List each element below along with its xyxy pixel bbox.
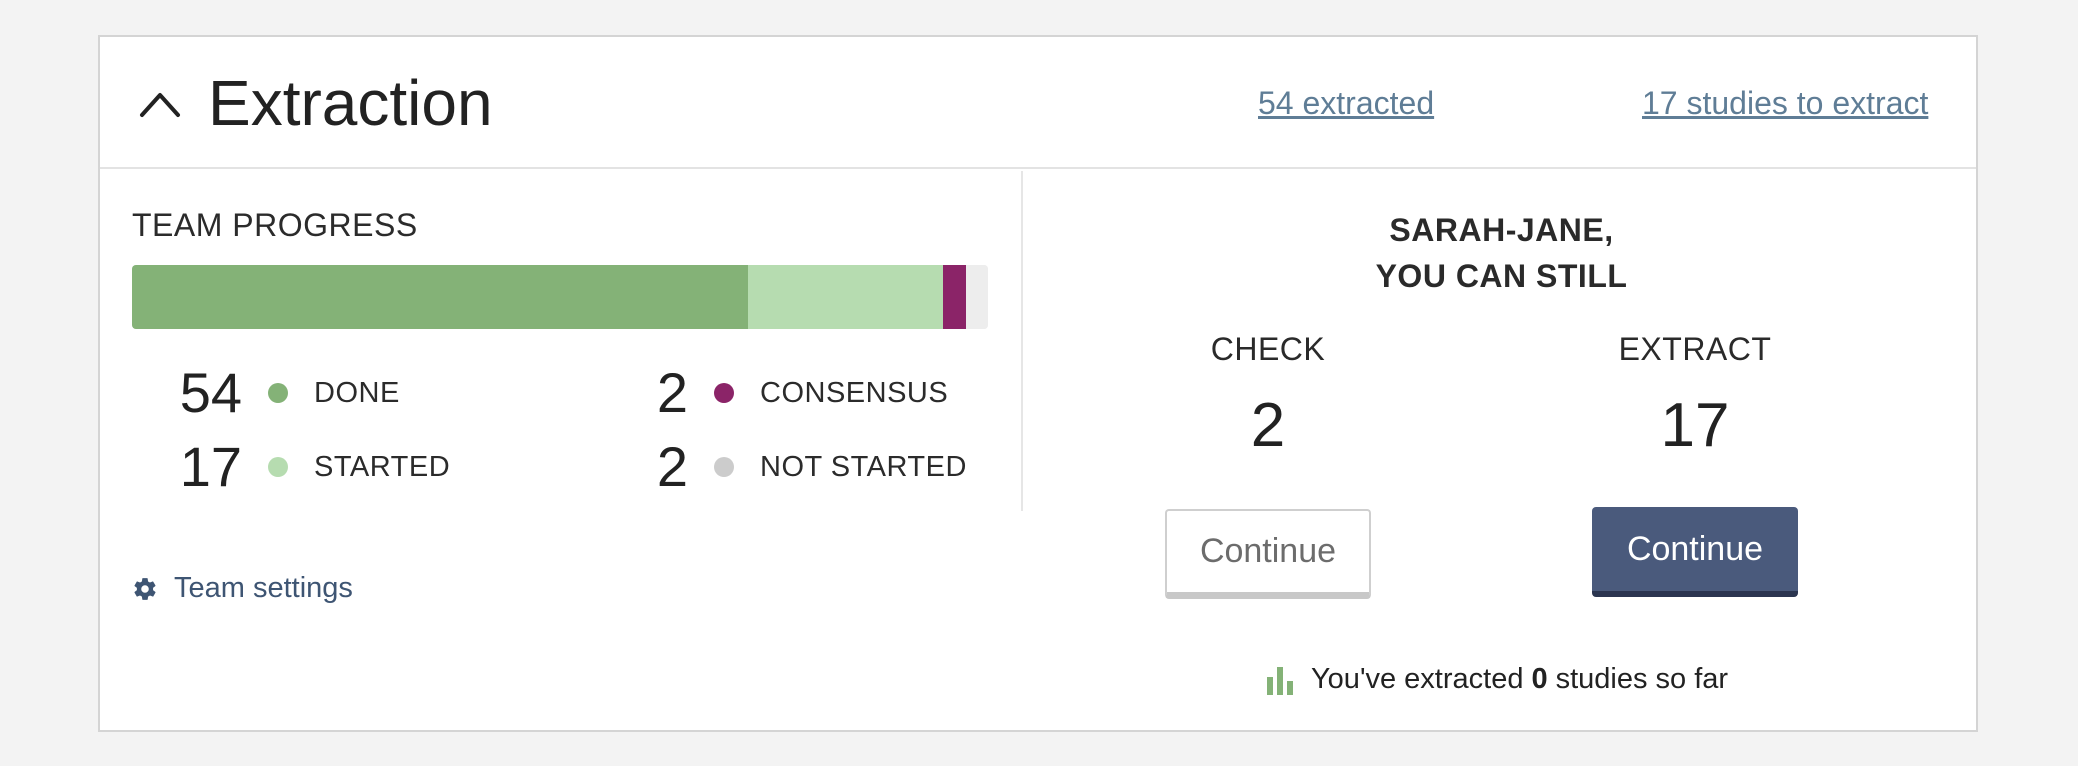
stat-done-value: 54 — [179, 361, 242, 424]
so-far-suffix: studies so far — [1555, 663, 1729, 695]
stat-done: 54 DONE — [132, 361, 400, 425]
section-title: Extraction — [208, 67, 493, 139]
studies-to-extract-link[interactable]: 17 studies to extract — [1642, 83, 1928, 123]
extract-count: 17 — [1660, 391, 1730, 460]
chevron-up-icon[interactable] — [138, 85, 182, 121]
progress-segment-consensus — [942, 265, 966, 329]
stat-consensus-label: CONSENSUS — [760, 376, 949, 409]
gear-icon — [134, 577, 156, 600]
extracted-link[interactable]: 54 extracted — [1258, 83, 1434, 123]
not-started-dot-icon — [714, 457, 734, 477]
check-count: 2 — [1250, 391, 1286, 460]
personal-progress-panel: SARAH-JANE, YOU CAN STILL CHECK 2 Contin… — [1025, 171, 1978, 731]
stat-consensus-value: 2 — [656, 361, 688, 424]
team-progress-panel: TEAM PROGRESS 54 DONE 17 STARTED 2 CONSE… — [100, 171, 1023, 511]
extract-continue-button[interactable]: Continue — [1592, 507, 1798, 597]
greeting-line-2: YOU CAN STILL — [1375, 258, 1628, 294]
started-dot-icon — [268, 457, 288, 477]
team-settings-link[interactable]: Team settings — [132, 572, 353, 605]
stat-started: 17 STARTED — [132, 435, 450, 499]
card-header: Extraction 54 extracted 17 studies to ex… — [100, 37, 1976, 169]
extraction-card: Extraction 54 extracted 17 studies to ex… — [98, 35, 1978, 732]
extracted-so-far: You've extracted 0 studies so far — [1265, 663, 1728, 696]
stat-consensus: 2 CONSENSUS — [604, 361, 948, 425]
stat-started-value: 17 — [179, 435, 242, 498]
stat-not-started-value: 2 — [656, 435, 688, 498]
stat-started-label: STARTED — [314, 450, 451, 483]
team-progress-label: TEAM PROGRESS — [132, 207, 418, 243]
progress-segment-started — [748, 265, 943, 329]
bar-chart-icon — [1267, 666, 1293, 695]
done-dot-icon — [268, 383, 288, 403]
team-settings-label: Team settings — [174, 572, 353, 604]
so-far-prefix: You've extracted — [1311, 663, 1524, 695]
stat-not-started-label: NOT STARTED — [760, 450, 967, 483]
greeting-line-1: SARAH-JANE, — [1389, 212, 1614, 248]
check-column: CHECK 2 — [1165, 329, 1371, 461]
stat-not-started: 2 NOT STARTED — [604, 435, 967, 499]
progress-segment-done — [132, 265, 749, 329]
stat-done-label: DONE — [314, 376, 400, 409]
progress-segment-not-started — [965, 265, 988, 329]
consensus-dot-icon — [714, 383, 734, 403]
team-progress-bar — [132, 265, 988, 329]
greeting: SARAH-JANE, YOU CAN STILL — [1025, 207, 1978, 299]
extract-column: EXTRACT 17 — [1592, 329, 1798, 461]
so-far-count: 0 — [1531, 663, 1548, 695]
check-continue-button[interactable]: Continue — [1165, 509, 1371, 599]
check-heading: CHECK — [1210, 331, 1326, 367]
extract-heading: EXTRACT — [1618, 331, 1772, 367]
